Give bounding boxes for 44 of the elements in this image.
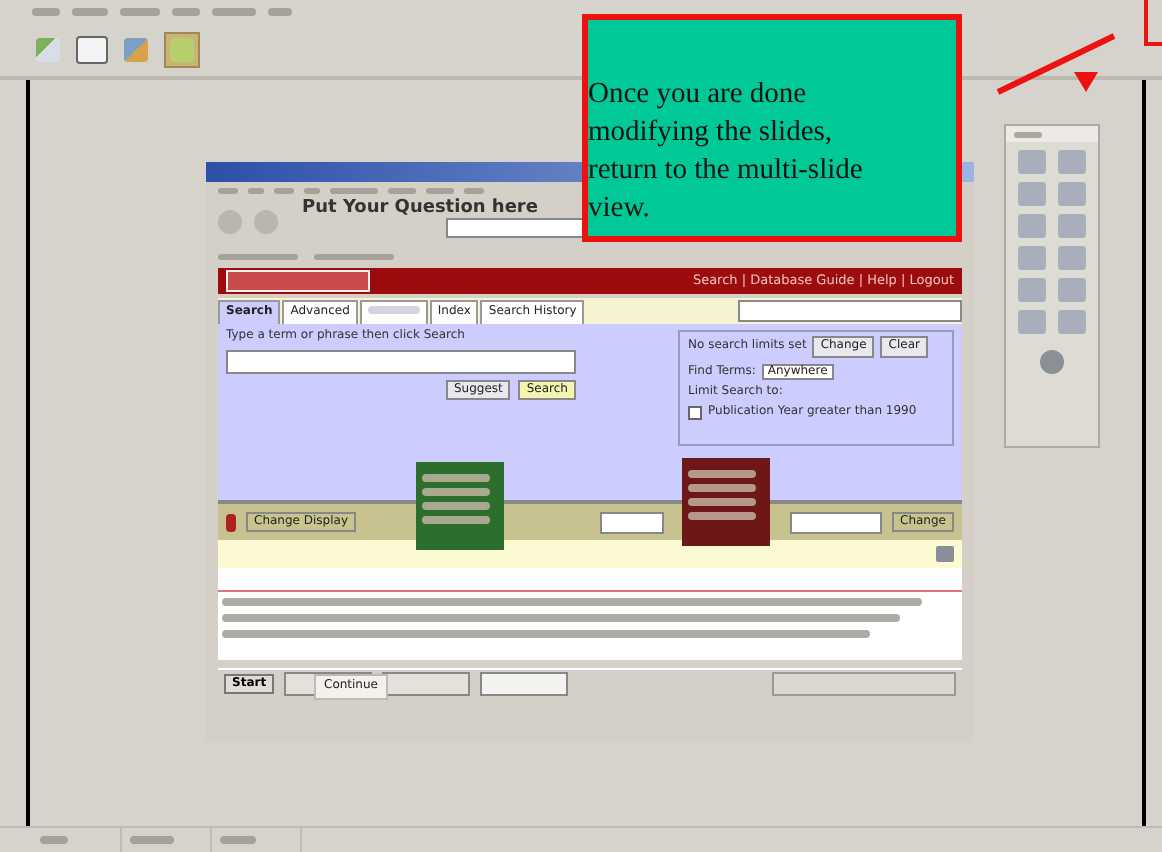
tool-icon[interactable]: [1018, 214, 1046, 238]
printer-icon: [936, 546, 954, 562]
back-icon[interactable]: [218, 210, 242, 234]
callout-box: Once you are done modifying the slides, return to the multi-slide view.: [582, 14, 962, 242]
blurred-menu-text: [120, 8, 160, 16]
taskbar-item[interactable]: [480, 672, 569, 696]
taskbar-item[interactable]: [382, 672, 471, 696]
blurred-menu-text: [268, 8, 292, 16]
image-icon[interactable]: [120, 34, 152, 66]
globe-icon[interactable]: [1040, 350, 1064, 374]
tool-icon[interactable]: [1058, 214, 1086, 238]
slide-icon[interactable]: [32, 34, 64, 66]
page-icon[interactable]: [76, 34, 108, 66]
sticky-note: [682, 458, 770, 546]
tool-icon[interactable]: [1058, 182, 1086, 206]
dropdown[interactable]: [790, 511, 883, 533]
blurred-menu-text: [330, 188, 378, 194]
blurred-menu-text: [426, 188, 454, 194]
question-overlay: Put Your Question here: [302, 200, 538, 220]
blurred-menu-text: [32, 8, 60, 16]
dropdown[interactable]: [600, 511, 665, 533]
tool-icon[interactable]: [1018, 278, 1046, 302]
arrows-icon: [226, 513, 236, 531]
tool-icon[interactable]: [1058, 278, 1086, 302]
tool-icon[interactable]: [1018, 310, 1046, 334]
tool-icon[interactable]: [1018, 182, 1046, 206]
blurred-menu-text: [388, 188, 416, 194]
checkbox[interactable]: [688, 405, 702, 420]
tool-icon[interactable]: [1058, 150, 1086, 174]
tool-icon[interactable]: [1058, 246, 1086, 270]
search-field[interactable]: [226, 349, 576, 374]
blurred-menu-text: [72, 8, 108, 16]
site-logo: [226, 270, 370, 292]
tool-icon[interactable]: [1018, 246, 1046, 270]
forward-icon[interactable]: [254, 210, 278, 234]
blurred-menu-text: [172, 8, 200, 16]
blurred-menu-text: [212, 8, 256, 16]
tool-icon[interactable]: [1018, 150, 1046, 174]
blurred-bookmark-text: [218, 253, 298, 259]
dropdown[interactable]: [738, 300, 962, 322]
tool-icon[interactable]: [1058, 310, 1086, 334]
blurred-bookmark-text: [314, 253, 394, 259]
blurred-menu-text: [464, 188, 484, 194]
sticky-note: [416, 462, 504, 550]
